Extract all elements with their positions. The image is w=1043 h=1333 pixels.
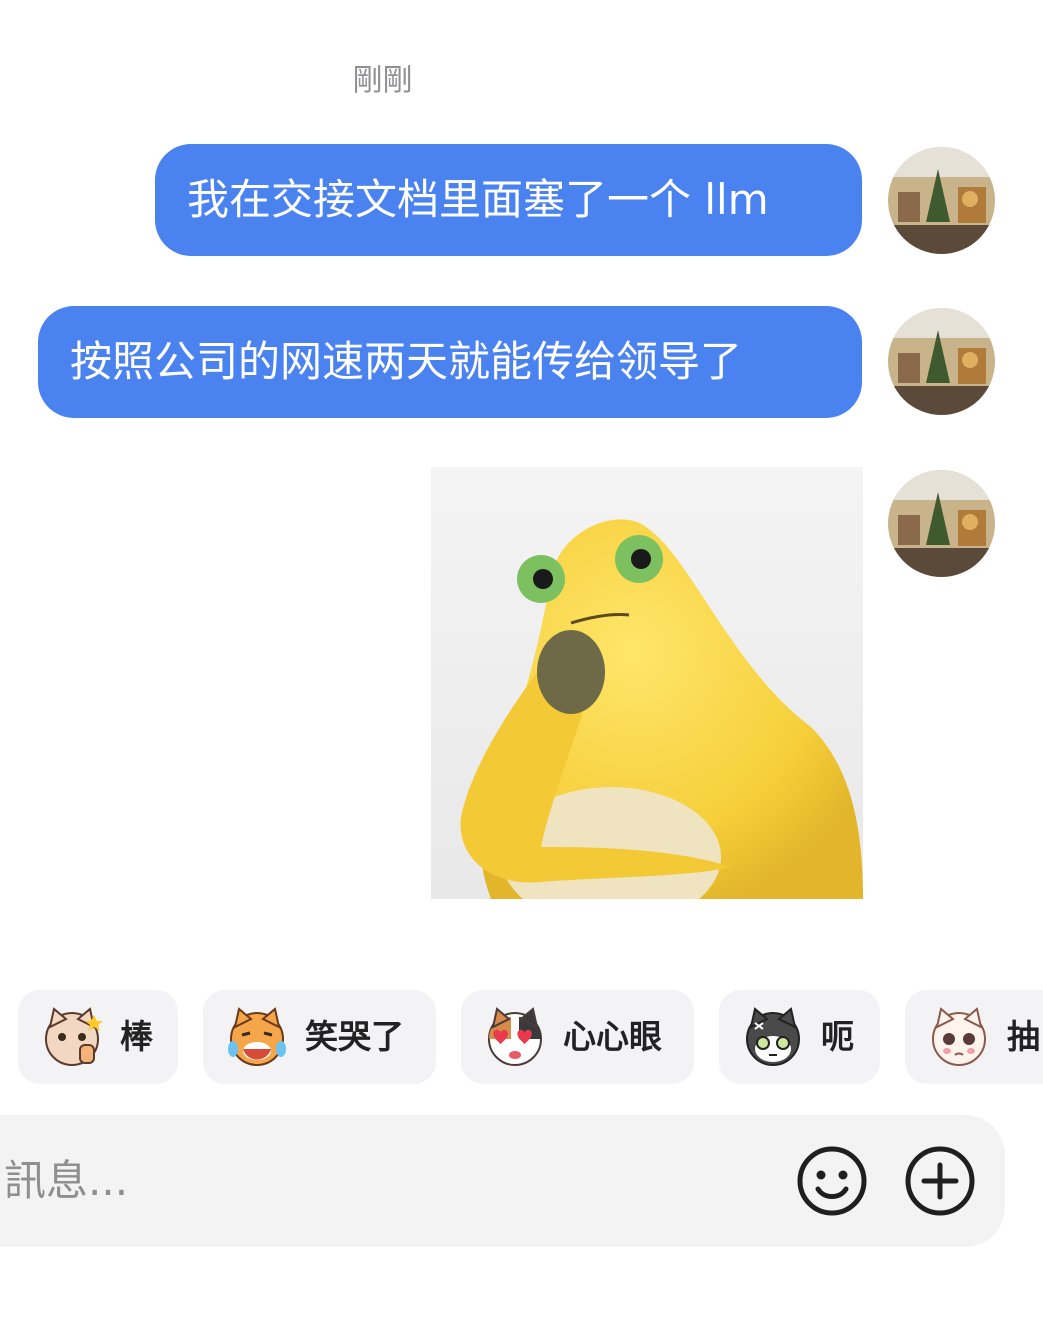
cat-laugh-cry-icon xyxy=(225,1005,289,1069)
message-input-bar: 訊息... xyxy=(0,1115,1005,1247)
reaction-label: 棒 xyxy=(120,1017,153,1056)
reaction-chip-sob[interactable]: 抽 xyxy=(905,990,1043,1084)
reaction-label: 笑哭了 xyxy=(305,1017,404,1056)
message-bubble[interactable]: 我在交接文档里面塞了一个 llm xyxy=(155,144,862,256)
cat-thumbs-up-icon xyxy=(40,1005,104,1069)
cat-heart-eyes-icon xyxy=(483,1005,547,1069)
avatar[interactable] xyxy=(888,147,995,254)
reaction-label: 抽 xyxy=(1007,1017,1040,1056)
reaction-chip-laugh-cry[interactable]: 笑哭了 xyxy=(203,990,436,1084)
avatar[interactable] xyxy=(888,308,995,415)
message-text: 我在交接文档里面塞了一个 llm xyxy=(187,175,769,224)
cat-sob-icon xyxy=(927,1005,991,1069)
reaction-chip-heart-eyes[interactable]: 心心眼 xyxy=(461,990,694,1084)
reaction-chip-speechless[interactable]: 呃 xyxy=(719,990,880,1084)
sticker-image[interactable] xyxy=(431,467,863,899)
reaction-chip-bang[interactable]: 棒 xyxy=(18,990,178,1084)
message-bubble[interactable]: 按照公司的网速两天就能传给领导了 xyxy=(38,306,862,418)
plus-circle-icon[interactable] xyxy=(904,1145,976,1217)
avatar[interactable] xyxy=(888,470,995,577)
quick-reaction-bar: 棒 笑哭了 心心眼 呃 抽 xyxy=(0,990,1043,1085)
message-input[interactable]: 訊息... xyxy=(4,1115,128,1247)
reaction-label: 呃 xyxy=(821,1017,854,1056)
message-text: 按照公司的网速两天就能传给领导了 xyxy=(70,337,743,386)
cat-speechless-icon xyxy=(741,1005,805,1069)
reaction-label: 心心眼 xyxy=(563,1017,662,1056)
smiley-icon[interactable] xyxy=(796,1145,868,1217)
message-timestamp: 剛剛 xyxy=(352,63,413,98)
